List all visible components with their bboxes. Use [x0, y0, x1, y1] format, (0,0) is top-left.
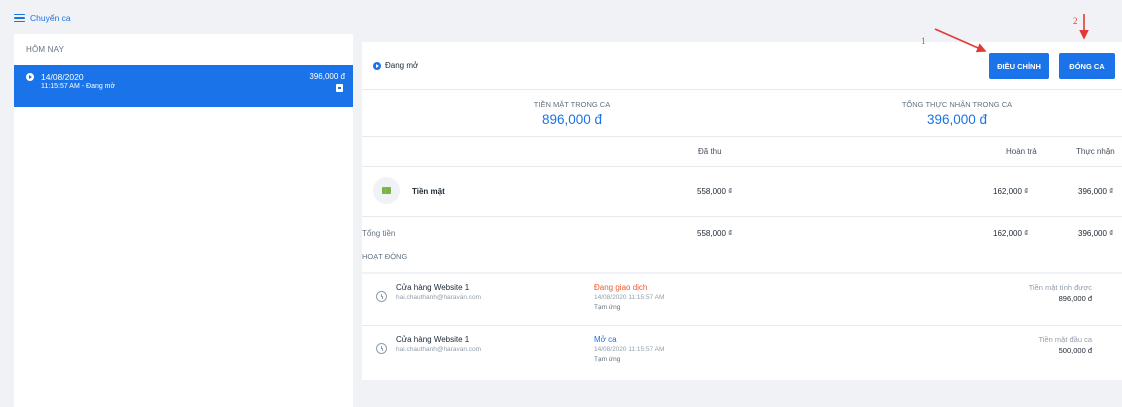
activity-note: Tạm ứng — [594, 356, 621, 363]
main-panel: Đang mở ĐIỀU CHỈNH ĐÓNG CA TIỀN MẶT TRON… — [362, 34, 1122, 407]
activity-time: 14/08/2020 11:15:57 AM — [594, 294, 665, 301]
cash-in-shift-label: TIỀN MẶT TRONG CA — [533, 100, 611, 109]
activity-item[interactable]: Cửa hàng Website 1 hai.chauthanh@haravan… — [362, 274, 1122, 324]
col-header-net: Thực nhận — [1076, 147, 1115, 156]
net-received-value: 396,000 đ — [926, 112, 988, 127]
activity-item[interactable]: Cửa hàng Website 1 hai.chauthanh@haravan… — [362, 326, 1122, 376]
activity-amount-value: 500,000 đ — [1058, 346, 1092, 355]
activity-type: Đang giao dịch — [594, 283, 648, 292]
activity-time: 14/08/2020 11:15:57 AM — [594, 346, 665, 353]
activity-amount-label: Tiền mặt đầu ca — [1038, 335, 1093, 344]
activity-store: Cửa hàng Website 1 — [396, 335, 470, 344]
row-refund: 162,000 ₫ — [993, 187, 1029, 196]
clock-icon — [376, 291, 387, 302]
shift-subtitle: 11:15:57 AM - Đang mở — [41, 83, 116, 90]
activity-email: hai.chauthanh@haravan.com — [396, 294, 482, 301]
activity-note: Tạm ứng — [594, 304, 621, 311]
cash-icon — [373, 177, 400, 204]
sidebar: HÔM NAY 14/08/2020 11:15:57 AM - Đang mở… — [14, 34, 353, 407]
payment-method: Tiền mặt — [412, 187, 445, 196]
close-shift-button[interactable]: ĐÓNG CA — [1059, 53, 1115, 79]
top-bar: Chuyển ca — [0, 0, 1122, 34]
status-play-icon — [373, 61, 381, 70]
clock-icon — [376, 343, 387, 354]
activity-list: Cửa hàng Website 1 hai.chauthanh@haravan… — [362, 274, 1122, 380]
activity-store: Cửa hàng Website 1 — [396, 283, 470, 292]
shift-date: 14/08/2020 — [41, 72, 84, 82]
play-circle-icon — [26, 73, 34, 81]
row-collected: 558,000 ₫ — [697, 187, 733, 196]
divider — [362, 136, 1122, 137]
total-collected: 558,000 ₫ — [697, 229, 733, 238]
activity-type: Mở ca — [594, 335, 617, 344]
shift-list-item[interactable]: 14/08/2020 11:15:57 AM - Đang mở 396,000… — [14, 65, 353, 107]
activity-amount-value: 896,000 đ — [1058, 294, 1092, 303]
divider — [362, 166, 1122, 167]
total-refund: 162,000 ₫ — [993, 229, 1029, 238]
activity-title: HOẠT ĐỘNG — [362, 252, 408, 261]
shift-amount: 396,000 đ — [309, 72, 345, 81]
total-label: Tổng tiền — [362, 229, 396, 238]
divider — [362, 89, 1122, 90]
sidebar-section-title: HÔM NAY — [26, 45, 65, 54]
activity-amount-label: Tiền mặt tính được — [1028, 283, 1092, 292]
annotation-1: 1 — [921, 36, 926, 46]
cash-in-shift-value: 896,000 đ — [541, 112, 603, 127]
app-title[interactable]: Chuyển ca — [14, 13, 71, 23]
activity-email: hai.chauthanh@haravan.com — [396, 346, 482, 353]
app-title-text: Chuyển ca — [30, 13, 71, 23]
shift-detail-card: Đang mở ĐIỀU CHỈNH ĐÓNG CA TIỀN MẶT TRON… — [362, 42, 1122, 272]
total-net: 396,000 ₫ — [1078, 229, 1114, 238]
net-received-label: TỔNG THỰC NHẬN TRONG CA — [901, 100, 1013, 109]
col-header-refund: Hoàn trả — [1006, 147, 1037, 156]
clipboard-icon — [336, 84, 343, 92]
col-header-collected: Đã thu — [698, 147, 722, 156]
shift-status-text: Đang mở — [385, 61, 419, 70]
adjust-button[interactable]: ĐIỀU CHỈNH — [989, 53, 1049, 79]
row-net: 396,000 ₫ — [1078, 187, 1114, 196]
shift-status: Đang mở — [373, 61, 418, 70]
menu-icon[interactable] — [14, 14, 25, 22]
divider — [362, 216, 1122, 217]
annotation-2: 2 — [1073, 16, 1078, 26]
